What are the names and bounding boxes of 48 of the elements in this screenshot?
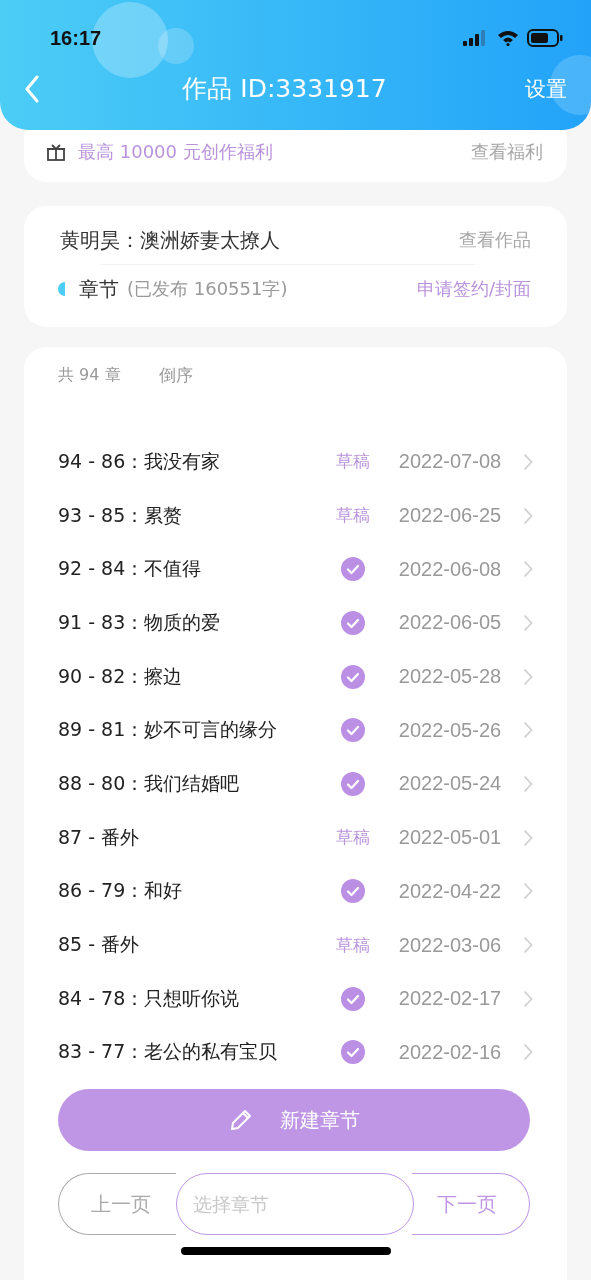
chapter-row[interactable]: 84 - 78：只想听你说 2022-02-17: [58, 971, 533, 1026]
draft-label: 草稿: [336, 450, 370, 474]
benefit-text: 最高 10000 元创作福利: [78, 140, 274, 164]
chapter-row[interactable]: 83 - 77：老公的私有宝贝 2022-02-16: [58, 1025, 533, 1080]
chapter-title: 83 - 77：老公的私有宝贝: [58, 1039, 279, 1065]
chapter-date: 2022-06-05: [397, 611, 503, 635]
chapter-date: 2022-05-26: [397, 718, 503, 742]
chapter-row[interactable]: 85 - 番外 草稿 2022-03-06: [58, 918, 533, 972]
chapter-title: 86 - 79：和好: [58, 878, 184, 904]
status-time: 16:17: [50, 26, 102, 50]
chapter-row[interactable]: 86 - 79：和好 2022-04-22: [58, 864, 533, 919]
draft-label: 草稿: [336, 504, 370, 528]
chapter-date: 2022-02-16: [397, 1040, 503, 1064]
work-title: 黄明昊：澳洲娇妻太撩人: [60, 226, 281, 254]
chapter-title: 89 - 81：妙不可言的缘分: [58, 717, 279, 743]
chapter-date: 2022-07-08: [397, 450, 503, 474]
chapter-date: 2022-02-17: [397, 987, 503, 1011]
page-title: 作品 ID:3331917: [182, 73, 387, 105]
chapter-row[interactable]: 88 - 80：我们结婚吧 2022-05-24: [58, 757, 533, 811]
chapter-title: 87 - 番外: [58, 824, 141, 850]
chapter-row[interactable]: 90 - 82：擦边 2022-05-28: [58, 649, 533, 704]
chapter-date: 2022-04-22: [397, 879, 503, 903]
chapter-title: 92 - 84：不值得: [58, 556, 203, 582]
chapter-row[interactable]: 92 - 84：不值得 2022-06-08: [58, 542, 533, 597]
chapter-date: 2022-05-01: [397, 826, 503, 850]
chapter-title: 94 - 86：我没有家: [58, 448, 222, 474]
chapter-date: 2022-05-28: [397, 665, 503, 689]
chapter-title: 90 - 82：擦边: [58, 663, 184, 689]
draft-label: 草稿: [336, 826, 370, 850]
new-chapter-label: 新建章节: [280, 1106, 360, 1134]
chapter-date: 2022-05-24: [397, 772, 503, 796]
chapter-row[interactable]: 91 - 83：物质的爱 2022-06-05: [58, 596, 533, 650]
chapter-count: 共 94 章: [58, 364, 121, 386]
word-count: (已发布 160551字): [127, 277, 289, 301]
chapter-title: 85 - 番外: [58, 932, 141, 958]
chapter-row[interactable]: 87 - 番外 草稿 2022-05-01: [58, 810, 533, 865]
section-title: 章节: [79, 275, 119, 303]
chapter-row[interactable]: 93 - 85：累赘 草稿 2022-06-25: [58, 488, 533, 543]
chapter-title: 84 - 78：只想听你说: [58, 985, 241, 1011]
chapter-date: 2022-06-08: [397, 557, 503, 581]
chapter-row[interactable]: 89 - 81：妙不可言的缘分 2022-05-26: [58, 703, 533, 758]
chapter-title: 88 - 80：我们结婚吧: [58, 770, 241, 796]
chapter-row[interactable]: 94 - 86：我没有家 草稿 2022-07-08: [58, 435, 533, 489]
chapter-date: 2022-03-06: [397, 933, 503, 957]
chapter-date: 2022-06-25: [397, 504, 503, 528]
draft-label: 草稿: [336, 933, 370, 957]
chapter-title: 93 - 85：累赘: [58, 502, 184, 528]
chapter-title: 91 - 83：物质的爱: [58, 609, 222, 635]
